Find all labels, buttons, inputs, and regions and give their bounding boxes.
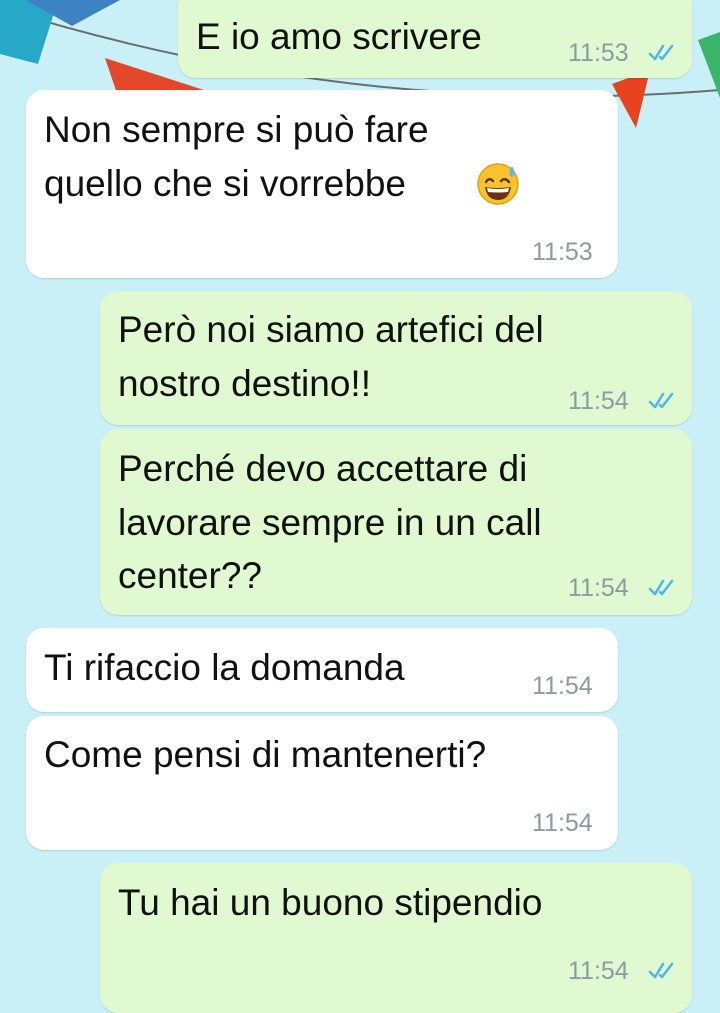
message-text: Però noi siamo artefici del <box>118 309 544 350</box>
message-text: Perché devo accettare di <box>118 448 528 489</box>
read-double-check-icon <box>648 44 674 61</box>
message-timestamp: 11:54 <box>532 672 593 700</box>
message-text: Ti rifaccio la domanda <box>44 647 405 688</box>
read-double-check-icon <box>648 579 674 596</box>
message-text: Tu hai un buono stipendio <box>118 882 543 923</box>
read-double-check-icon <box>648 962 674 979</box>
message-timestamp: 11:54 <box>568 957 629 985</box>
message-timestamp: 11:54 <box>532 809 593 837</box>
message-timestamp: 11:54 <box>568 387 629 415</box>
message-text: quello che si vorrebbe <box>44 163 406 204</box>
read-double-check-icon <box>648 392 674 409</box>
message-bubble-outgoing[interactable]: Tu hai un buono stipendio 11:54 <box>100 863 692 1013</box>
bunting-flag-green <box>698 32 720 98</box>
message-text: Come pensi di mantenerti? <box>44 734 487 775</box>
message-text: nostro destino!! <box>118 363 371 404</box>
message-text: center?? <box>118 555 262 596</box>
message-bubble-incoming[interactable]: Come pensi di mantenerti? 11:54 <box>26 716 618 850</box>
message-timestamp: 11:54 <box>568 574 629 602</box>
message-timestamp: 11:53 <box>532 238 593 266</box>
grinning-sweat-emoji <box>477 163 519 205</box>
message-bubble-outgoing[interactable]: E io amo scrivere 11:53 <box>178 0 692 78</box>
message-text: E io amo scrivere <box>196 16 482 57</box>
message-bubble-outgoing[interactable]: Perché devo accettare di lavorare sempre… <box>100 429 692 615</box>
message-timestamp: 11:53 <box>568 39 629 67</box>
message-text: lavorare sempre in un call <box>118 502 542 543</box>
message-bubble-incoming[interactable]: Ti rifaccio la domanda 11:54 <box>26 628 618 712</box>
message-bubble-outgoing[interactable]: Però noi siamo artefici del nostro desti… <box>100 291 692 425</box>
message-bubble-incoming[interactable]: Non sempre si può fare quello che si vor… <box>26 90 618 278</box>
message-text: Non sempre si può fare <box>44 109 429 150</box>
